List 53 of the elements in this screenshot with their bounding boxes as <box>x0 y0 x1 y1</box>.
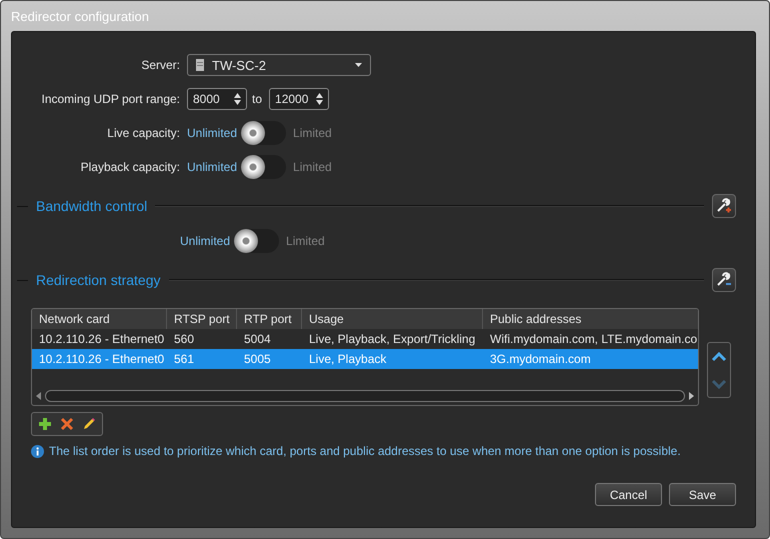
unlimited-option: Unlimited <box>187 160 238 174</box>
server-icon <box>196 59 204 71</box>
table-cell-text: Live, Playback <box>308 352 388 366</box>
server-dropdown[interactable]: TW-SC-2 <box>187 54 371 76</box>
port-range-label: Incoming UDP port range: <box>40 92 180 106</box>
table-cell-text: 3G.mydomain.com <box>489 352 592 366</box>
save-button[interactable]: Save <box>669 483 736 506</box>
table-cell-text: Live, Playback, Export/Trickling <box>308 332 476 346</box>
delete-icon[interactable] <box>60 417 74 431</box>
bandwidth-toggle[interactable] <box>234 229 280 253</box>
limited-option: Limited <box>293 126 332 140</box>
port-from-field[interactable]: 8000 <box>187 88 247 110</box>
wrench-plus-icon[interactable] <box>712 194 736 218</box>
window-title: Redirector configuration <box>11 8 150 24</box>
port-to-field[interactable]: 12000 <box>269 88 330 110</box>
info-icon <box>31 444 44 458</box>
info-text: The list order is used to prioritize which card, ports and public addresses to use when more than one option is possible. <box>49 444 681 458</box>
move-up-icon[interactable] <box>711 352 727 362</box>
spinner-arrows-icon <box>234 93 241 105</box>
range-separator: to <box>252 92 262 106</box>
limited-option: Limited <box>293 160 332 174</box>
table-cell-text: 560 <box>173 332 196 346</box>
unlimited-option: Unlimited <box>180 234 230 248</box>
column-header[interactable]: Usage <box>302 309 483 329</box>
capacity-label: Live capacity: <box>106 126 180 140</box>
column-header[interactable]: Public addresses <box>483 309 698 329</box>
table-cell-text: 5004 <box>243 332 272 346</box>
table-cell-text: 10.2.110.26 - Ethernet0 <box>38 332 166 346</box>
server-label: Server: <box>140 58 180 72</box>
table-cell-text: Wifi.mydomain.com, LTE.mydomain.co <box>489 332 698 346</box>
capacity-toggle[interactable] <box>241 155 286 179</box>
add-icon[interactable] <box>38 417 52 431</box>
scroll-right-icon[interactable] <box>689 392 694 400</box>
scroll-left-icon[interactable] <box>36 392 41 400</box>
column-header[interactable]: Network card <box>32 309 167 329</box>
wrench-minus-icon[interactable] <box>712 268 736 292</box>
unlimited-option: Unlimited <box>187 126 238 140</box>
caret-icon <box>355 63 362 67</box>
cancel-button[interactable]: Cancel <box>595 483 662 506</box>
section-title: Bandwidth control <box>36 198 148 214</box>
capacity-label: Playback capacity: <box>80 160 180 174</box>
spinner-arrows-icon <box>316 93 324 105</box>
reorder-buttons[interactable] <box>707 342 731 398</box>
table-cell-text: 5005 <box>243 352 272 366</box>
pencil-icon[interactable] <box>82 417 96 431</box>
table-cell-text: 10.2.110.26 - Ethernet0 <box>38 352 166 366</box>
table-cell-text: 561 <box>173 352 196 366</box>
column-header[interactable]: RTP port <box>237 309 302 329</box>
capacity-toggle[interactable] <box>241 121 286 145</box>
column-header[interactable]: RTSP port <box>167 309 237 329</box>
limited-option: Limited <box>286 234 325 248</box>
section-title: Redirection strategy <box>36 272 161 288</box>
table-row[interactable]: 10.2.110.26 - Ethernet0 560 5004 Live, Playback, Export/Trickling Wifi.mydomain.com, LTE.mydomain.co <box>32 329 698 349</box>
